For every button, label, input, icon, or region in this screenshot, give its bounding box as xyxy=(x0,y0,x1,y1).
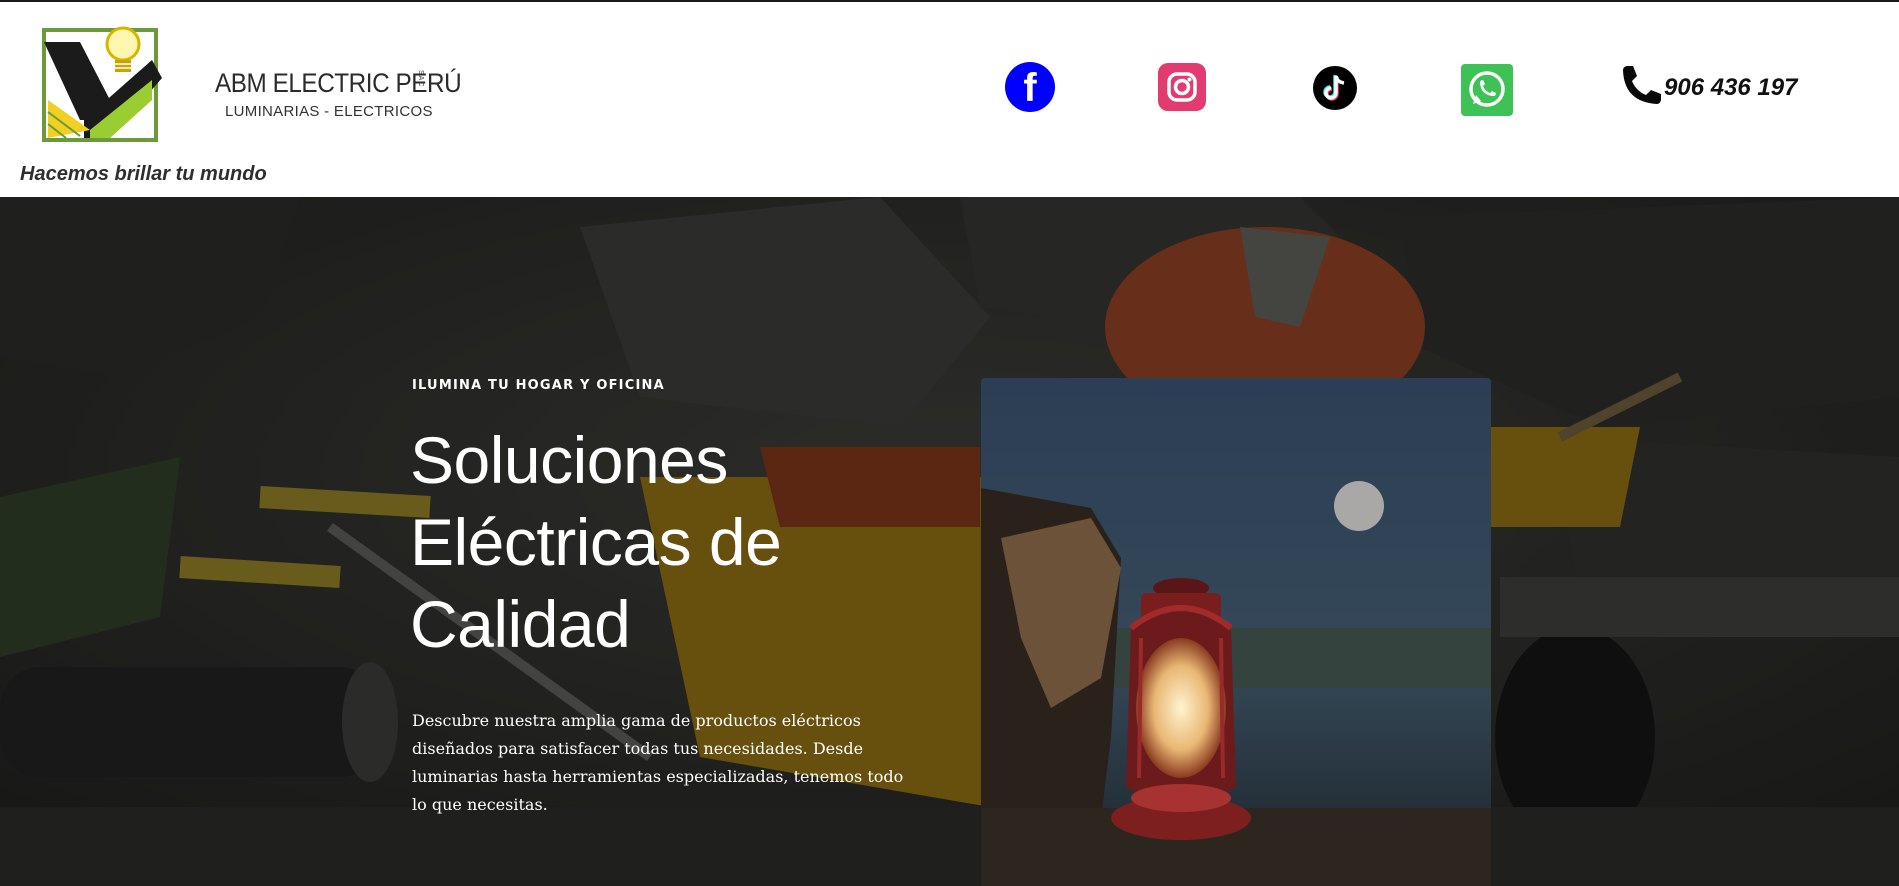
logo-brand-name: ABM ELECTRIC PERÚ xyxy=(215,68,462,98)
hero-description: Descubre nuestra amplia gama de producto… xyxy=(412,711,904,814)
hero-section: ILUMINA TU HOGAR Y OFICINA Soluciones El… xyxy=(0,197,1899,886)
hero-overlay xyxy=(0,197,1899,886)
logo-emblem-icon xyxy=(42,26,162,142)
logo-brand-suffix: SAC xyxy=(417,70,424,88)
hero-title-line: Eléctricas de xyxy=(410,505,782,579)
instagram-icon[interactable] xyxy=(1158,63,1206,111)
lantern-image xyxy=(981,378,1491,886)
company-logo[interactable]: ABM ELECTRIC PERÚ SAC LUMINARIAS - ELECT… xyxy=(40,20,462,150)
hero-title: Soluciones Eléctricas de Calidad xyxy=(410,419,930,665)
tiktok-icon[interactable] xyxy=(1313,66,1357,110)
facebook-icon[interactable]: f xyxy=(1005,62,1055,112)
hero-title-line: Soluciones xyxy=(410,423,728,497)
tagline: Hacemos brillar tu mundo xyxy=(20,163,267,185)
phone-icon[interactable] xyxy=(1617,64,1663,110)
logo-subtitle: LUMINARIAS - ELECTRICOS xyxy=(225,103,433,120)
hero-eyebrow: ILUMINA TU HOGAR Y OFICINA xyxy=(412,378,665,393)
phone-number[interactable]: 906 436 197 xyxy=(1664,74,1797,102)
site-header: ABM ELECTRIC PERÚ SAC LUMINARIAS - ELECT… xyxy=(0,2,1899,197)
whatsapp-icon[interactable] xyxy=(1461,64,1513,116)
hero-title-line: Calidad xyxy=(410,587,631,661)
